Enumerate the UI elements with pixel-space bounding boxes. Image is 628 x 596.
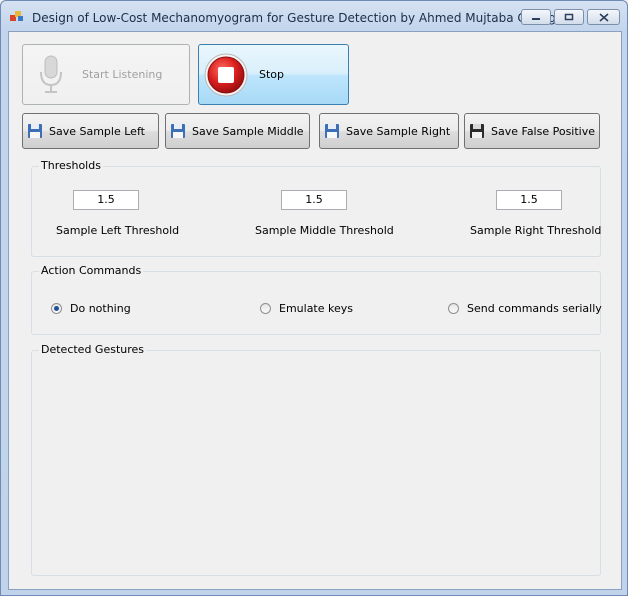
maximize-button[interactable] [554,9,584,25]
radio-send-commands-serially[interactable]: Send commands serially [448,302,602,315]
detected-gestures-group: Detected Gestures [31,343,601,576]
save-sample-right-label: Save Sample Right [346,124,451,138]
detected-gestures-list[interactable] [36,363,596,571]
maximize-icon [564,13,574,21]
save-sample-right-button[interactable]: Save Sample Right [319,113,459,149]
floppy-disk-icon [325,124,339,138]
app-icon [10,11,23,21]
stop-label: Stop [259,68,285,81]
save-sample-middle-label: Save Sample Middle [192,124,304,138]
stop-icon [204,53,248,96]
radio-unselected-icon [448,303,459,314]
radio-unselected-icon [260,303,271,314]
radio-emulate-keys[interactable]: Emulate keys [260,302,353,315]
save-sample-middle-button[interactable]: Save Sample Middle [165,113,310,149]
close-button[interactable] [587,9,620,25]
sample-left-threshold-label: Sample Left Threshold [56,224,180,237]
microphone-icon [40,55,62,93]
floppy-disk-icon [171,124,185,138]
radio-do-nothing[interactable]: Do nothing [51,302,131,315]
radio-emulate-keys-label: Emulate keys [279,302,353,315]
save-false-positive-button[interactable]: Save False Positive [464,113,600,149]
close-icon [598,12,609,22]
sample-right-threshold-label: Sample Right Threshold [470,224,602,237]
radio-send-commands-serially-label: Send commands serially [467,302,602,315]
start-listening-label: Start Listening [82,68,163,81]
minimize-button[interactable] [521,9,551,25]
app-window: Design of Low-Cost Mechanomyogram for Ge… [0,0,628,596]
thresholds-group: Thresholds 1.5 Sample Left Threshold 1.5… [31,159,602,257]
floppy-disk-icon [470,124,484,138]
main-panel: Start Listening Stop Save Sample Left Sa… [8,31,622,590]
save-sample-left-label: Save Sample Left [49,124,145,138]
radio-do-nothing-label: Do nothing [70,302,131,315]
stop-button[interactable]: Stop [198,44,349,105]
sample-right-threshold-input[interactable]: 1.5 [496,190,562,210]
sample-middle-threshold-label: Sample Middle Threshold [255,224,394,237]
thresholds-legend: Thresholds [39,159,103,172]
minimize-icon [532,18,540,20]
sample-middle-threshold-input[interactable]: 1.5 [281,190,347,210]
action-commands-group: Action Commands Do nothing Emulate keys … [31,264,602,335]
radio-selected-icon [51,303,62,314]
floppy-disk-icon [28,124,42,138]
title-bar[interactable]: Design of Low-Cost Mechanomyogram for Ge… [1,1,627,31]
action-commands-legend: Action Commands [39,264,144,277]
start-listening-button[interactable]: Start Listening [22,44,190,105]
sample-left-threshold-input[interactable]: 1.5 [73,190,139,210]
window-title: Design of Low-Cost Mechanomyogram for Ge… [32,11,556,25]
save-false-positive-label: Save False Positive [491,124,596,138]
save-sample-left-button[interactable]: Save Sample Left [22,113,159,149]
detected-gestures-legend: Detected Gestures [39,343,147,356]
